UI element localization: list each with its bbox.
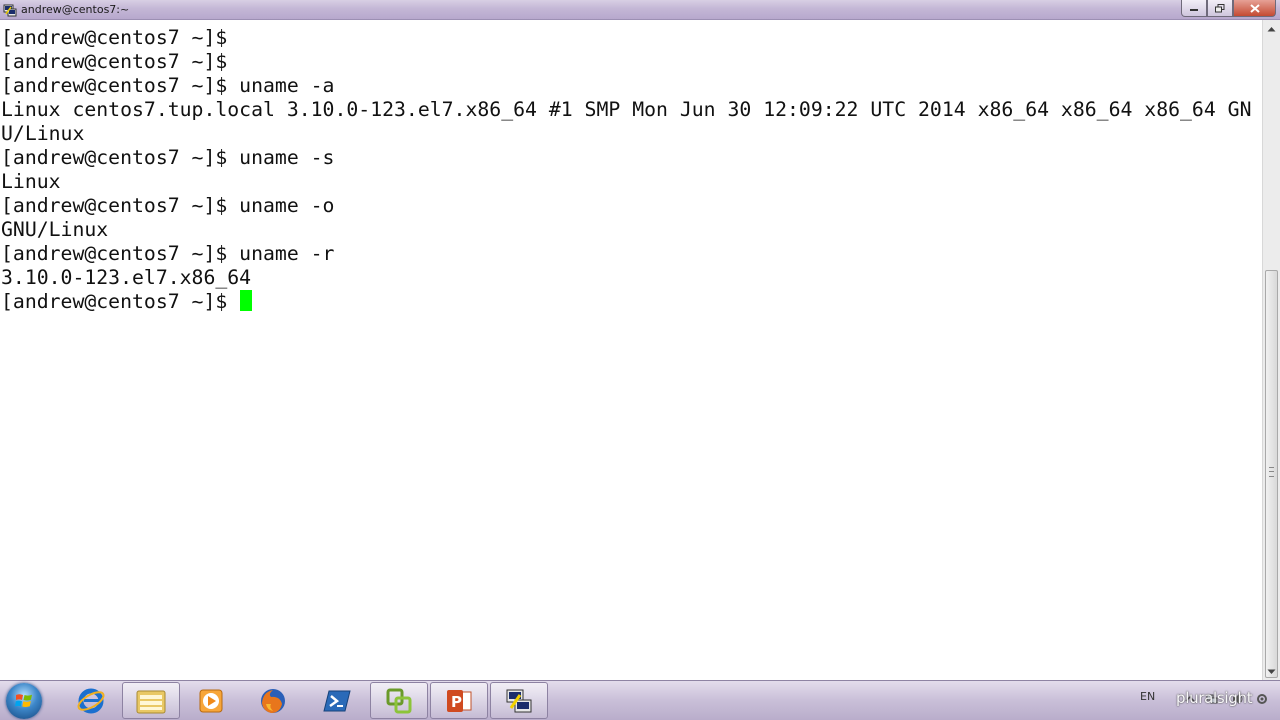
terminal-prompt-line: [andrew@centos7 ~]$ <box>1 290 253 314</box>
start-button[interactable] <box>6 683 42 719</box>
scroll-thumb[interactable] <box>1265 270 1278 678</box>
terminal-line: [andrew@centos7 ~]$ uname -r <box>1 242 335 265</box>
terminal-line: U/Linux <box>1 122 85 145</box>
window-controls <box>1181 0 1276 18</box>
minimize-button[interactable] <box>1181 0 1207 17</box>
terminal-line: [andrew@centos7 ~]$ uname -s <box>1 146 335 169</box>
taskbar-firefox[interactable] <box>244 682 302 719</box>
taskbar-powershell[interactable] <box>308 682 366 719</box>
chevron-up-icon <box>1267 26 1276 31</box>
terminal-output[interactable]: [andrew@centos7 ~]$ [andrew@centos7 ~]$ … <box>0 20 1262 680</box>
taskbar-windows-explorer[interactable] <box>122 682 180 719</box>
minimize-icon <box>1190 9 1198 11</box>
terminal-line: [andrew@centos7 ~]$ uname -o <box>1 194 335 217</box>
taskbar: P EN pluralsight <box>0 680 1280 720</box>
terminal-cursor <box>240 290 253 311</box>
terminal-line: [andrew@centos7 ~]$ uname -a <box>1 74 335 97</box>
settings-icon[interactable] <box>1256 693 1268 705</box>
window-titlebar[interactable]: andrew@centos7:~ <box>0 0 1280 20</box>
restore-icon <box>1215 3 1225 12</box>
window-title: andrew@centos7:~ <box>21 3 130 16</box>
terminal-line: GNU/Linux <box>1 218 109 241</box>
taskbar-putty[interactable] <box>490 682 548 719</box>
putty-icon <box>3 4 17 17</box>
scroll-grip-icon <box>1269 467 1274 477</box>
close-icon <box>1249 3 1260 13</box>
scroll-down-button[interactable] <box>1263 663 1280 680</box>
folder-icon <box>136 690 166 713</box>
pluralsight-watermark: pluralsight <box>1176 689 1253 707</box>
terminal-prompt: [andrew@centos7 ~]$ <box>1 290 240 313</box>
taskbar-media-player[interactable] <box>182 682 240 719</box>
media-player-icon <box>199 689 223 712</box>
windows-orb-icon <box>15 694 32 707</box>
language-indicator[interactable]: EN <box>1140 690 1155 703</box>
svg-text:P: P <box>451 693 462 711</box>
terminal-line: Linux centos7.tup.local 3.10.0-123.el7.x… <box>1 98 1252 121</box>
maximize-button[interactable] <box>1207 0 1233 17</box>
taskbar-vsphere-client[interactable] <box>370 682 428 719</box>
vsphere-icon <box>386 688 412 713</box>
terminal-line: 3.10.0-123.el7.x86_64 <box>1 266 252 289</box>
terminal-line: [andrew@centos7 ~]$ <box>1 50 228 73</box>
taskbar-internet-explorer[interactable] <box>62 682 120 719</box>
scroll-up-button[interactable] <box>1263 20 1280 37</box>
terminal-line: [andrew@centos7 ~]$ <box>1 26 228 49</box>
powershell-icon <box>323 690 351 711</box>
chevron-down-icon <box>1267 669 1276 674</box>
powerpoint-icon: P <box>447 689 472 712</box>
firefox-icon <box>261 688 285 713</box>
putty-icon <box>506 689 532 712</box>
ie-icon <box>77 688 105 713</box>
vertical-scrollbar[interactable] <box>1262 20 1280 680</box>
terminal-line: Linux <box>1 170 61 193</box>
close-button[interactable] <box>1233 0 1276 17</box>
taskbar-powerpoint[interactable]: P <box>430 682 488 719</box>
